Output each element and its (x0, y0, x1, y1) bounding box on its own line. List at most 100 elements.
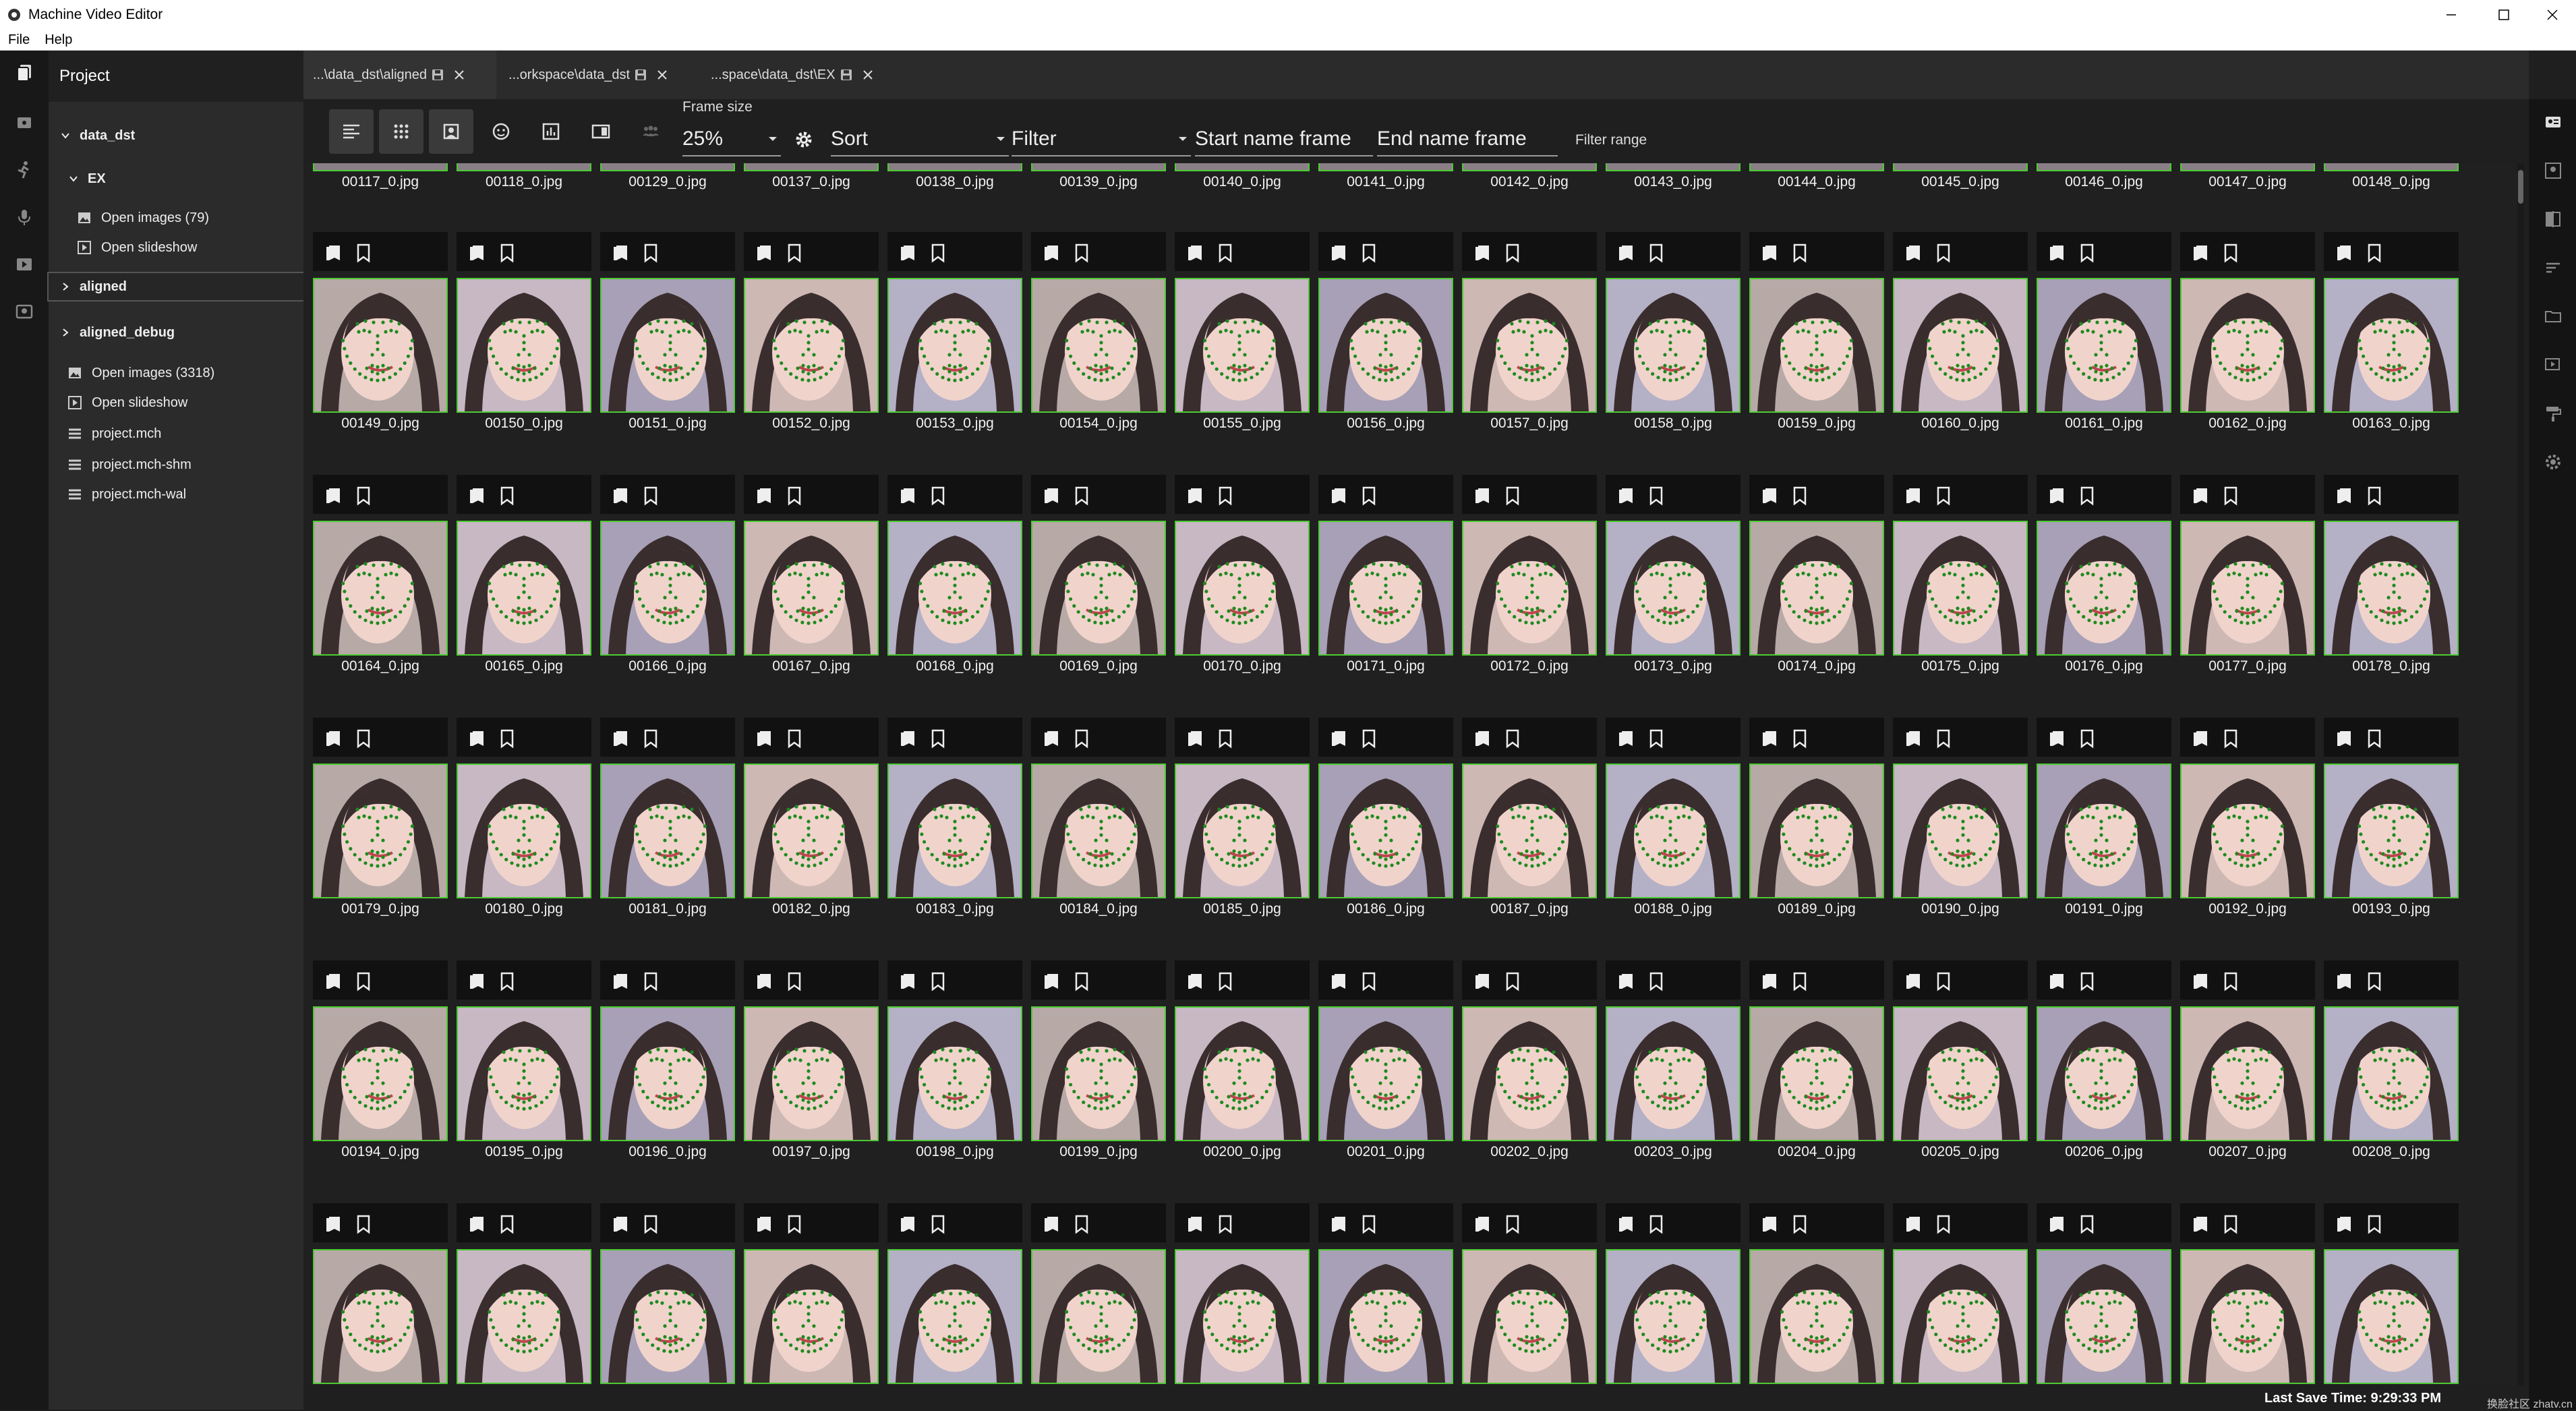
bookmark-icon[interactable] (1933, 1214, 1954, 1234)
bookmark-icon[interactable] (1933, 243, 1954, 263)
face-thumbnail[interactable] (313, 278, 448, 413)
bookmark-icon[interactable] (2221, 486, 2241, 506)
face-thumbnail[interactable] (600, 1006, 735, 1141)
face-thumbnail[interactable] (887, 764, 1022, 898)
bookmark-icon[interactable] (784, 1214, 804, 1234)
tab-data-dst-ex[interactable]: ...space\data_dst\EX (701, 51, 906, 99)
face-thumbnail[interactable] (887, 521, 1022, 656)
book-icon[interactable] (469, 971, 489, 991)
book-icon[interactable] (1330, 728, 1351, 749)
book-icon[interactable] (2049, 243, 2069, 263)
face-thumbnail[interactable] (1749, 278, 1884, 413)
book-icon[interactable] (900, 728, 920, 749)
face-thumbnail[interactable] (744, 1249, 879, 1384)
book-icon[interactable] (900, 486, 920, 506)
bookmark-icon[interactable] (784, 486, 804, 506)
bookmark-icon[interactable] (784, 243, 804, 263)
face-thumbnail[interactable] (2037, 764, 2171, 898)
face-thumbnail[interactable] (600, 764, 735, 898)
book-icon[interactable] (1474, 243, 1494, 263)
face-thumbnail[interactable] (1318, 278, 1453, 413)
bookmark-icon[interactable] (1359, 243, 1379, 263)
menu-help[interactable]: Help (45, 32, 72, 48)
face-thumbnail[interactable] (313, 1249, 448, 1384)
book-icon[interactable] (1761, 1214, 1782, 1234)
tree-item-ex[interactable]: EX (49, 165, 303, 192)
bookmark-icon[interactable] (1502, 486, 1523, 506)
face-thumbnail[interactable] (1462, 1006, 1597, 1141)
face-thumbnail[interactable] (1893, 1006, 2028, 1141)
gear-icon[interactable] (793, 129, 815, 150)
menu-file[interactable]: File (8, 32, 30, 48)
face-thumbnail[interactable] (1893, 521, 2028, 656)
chart-button[interactable] (529, 109, 573, 154)
face-thumbnail[interactable] (1606, 1006, 1740, 1141)
face-thumbnail[interactable] (2180, 278, 2315, 413)
face-frame-button[interactable] (429, 109, 473, 154)
bookmark-icon[interactable] (497, 486, 517, 506)
close-tab-icon[interactable] (452, 68, 466, 82)
face-button[interactable] (479, 109, 523, 154)
bookmark-icon[interactable] (1072, 243, 1092, 263)
bookmark-icon[interactable] (1646, 971, 1666, 991)
bookmark-icon[interactable] (1790, 728, 1810, 749)
bookmark-icon[interactable] (1646, 243, 1666, 263)
face-thumbnail[interactable] (2324, 764, 2459, 898)
bookmark-icon[interactable] (1790, 971, 1810, 991)
bookmark-icon[interactable] (1790, 243, 1810, 263)
book-icon[interactable] (469, 243, 489, 263)
book-icon[interactable] (2049, 971, 2069, 991)
bookmark-icon[interactable] (2364, 1214, 2384, 1234)
book-icon[interactable] (1474, 1214, 1494, 1234)
bookmark-icon[interactable] (641, 1214, 661, 1234)
face-thumbnail[interactable] (1893, 764, 2028, 898)
face-thumbnail[interactable] (457, 521, 591, 656)
tree-item-open-slideshow[interactable]: Open slideshow (49, 389, 303, 416)
book-icon[interactable] (612, 971, 633, 991)
face-settings-icon[interactable] (14, 301, 34, 322)
bookmark-icon[interactable] (1933, 728, 1954, 749)
face-thumbnail[interactable] (744, 1006, 879, 1141)
book-icon[interactable] (2192, 243, 2213, 263)
bookmark-icon[interactable] (784, 971, 804, 991)
tree-item-open-slideshow[interactable]: Open slideshow (49, 234, 303, 261)
book-icon[interactable] (612, 1214, 633, 1234)
face-thumbnail[interactable] (457, 278, 591, 413)
bookmark-icon[interactable] (641, 971, 661, 991)
book-icon[interactable] (2336, 971, 2356, 991)
bookmark-icon[interactable] (641, 728, 661, 749)
bookmark-icon[interactable] (353, 243, 374, 263)
book-icon[interactable] (1043, 728, 1063, 749)
face-thumbnail[interactable] (1606, 1249, 1740, 1384)
folder-icon[interactable] (2544, 307, 2563, 326)
book-icon[interactable] (1187, 243, 1207, 263)
face-thumbnail[interactable] (1749, 764, 1884, 898)
face-thumbnail[interactable] (313, 521, 448, 656)
face-thumbnail[interactable] (313, 1006, 448, 1141)
bookmark-icon[interactable] (497, 243, 517, 263)
bookmark-icon[interactable] (1502, 728, 1523, 749)
bookmark-icon[interactable] (1646, 486, 1666, 506)
bookmark-icon[interactable] (928, 243, 948, 263)
face-swap-icon[interactable] (2544, 161, 2563, 180)
scrollbar-thumb[interactable] (2518, 170, 2523, 204)
face-thumbnail[interactable] (2324, 1006, 2459, 1141)
bookmark-icon[interactable] (1502, 243, 1523, 263)
tab-workspace-data-dst[interactable]: ...orkspace\data_dst (499, 51, 704, 99)
face-thumbnail[interactable] (887, 1006, 1022, 1141)
tree-item-aligned-debug[interactable]: aligned_debug (49, 319, 303, 346)
bookmark-icon[interactable] (928, 971, 948, 991)
tree-item-data-dst[interactable]: data_dst (49, 122, 303, 149)
bookmark-icon[interactable] (2077, 486, 2097, 506)
face-thumbnail[interactable] (1031, 1249, 1166, 1384)
bookmark-icon[interactable] (2364, 243, 2384, 263)
bookmark-icon[interactable] (2221, 243, 2241, 263)
book-icon[interactable] (2336, 486, 2356, 506)
bookmark-icon[interactable] (1359, 1214, 1379, 1234)
bookmark-icon[interactable] (1072, 486, 1092, 506)
tree-item-project-mch[interactable]: project.mch (49, 420, 303, 447)
bookmark-icon[interactable] (497, 1214, 517, 1234)
bookmark-icon[interactable] (353, 971, 374, 991)
filter-select[interactable]: Filter (1012, 123, 1191, 156)
split-view-button[interactable] (579, 109, 623, 154)
